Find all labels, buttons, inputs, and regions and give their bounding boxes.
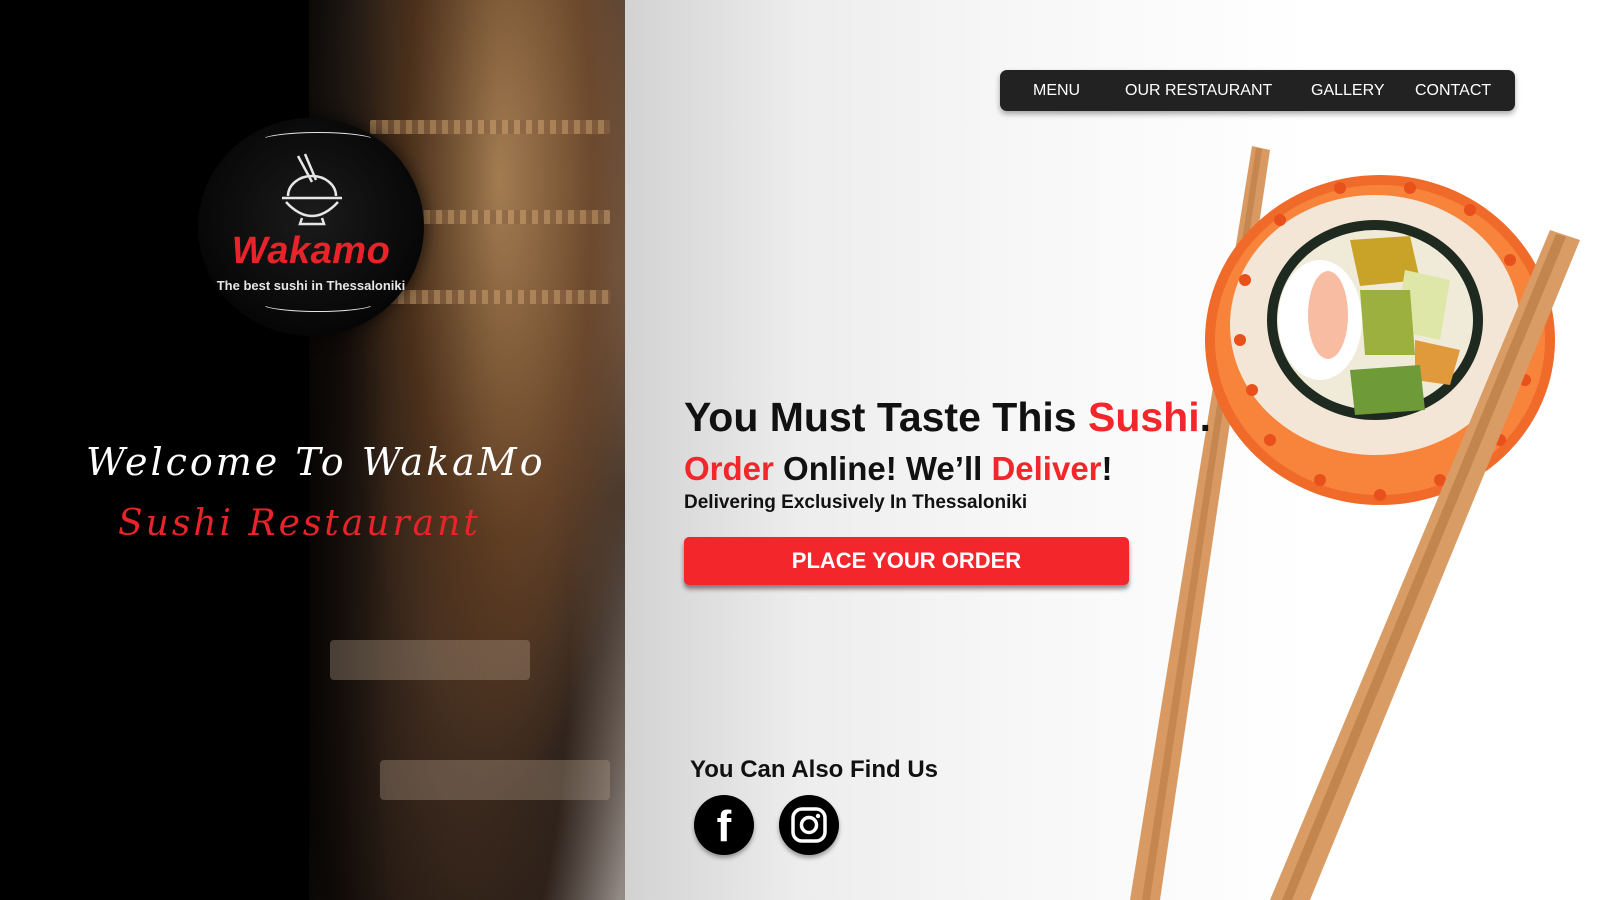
main-nav: MENU OUR RESTAURANT GALLERY CONTACT [1000,70,1515,111]
delivery-tagline: Delivering Exclusively In Thessaloniki [684,492,1028,513]
welcome-subheading: Sushi Restaurant [118,503,481,544]
headline-text: You Must Taste This [684,394,1088,440]
instagram-link[interactable] [779,795,839,855]
subhead-accent-deliver: Deliver [991,450,1102,487]
nav-item-menu[interactable]: MENU [1033,70,1080,111]
hero-headline: You Must Taste This Sushi. [684,394,1211,441]
facebook-link[interactable]: f [694,795,754,855]
headline-accent: Sushi [1087,394,1200,440]
photo-detail [330,640,530,680]
subhead-exclaim: ! [1101,450,1113,487]
left-panel: Wakamo The best sushi in Thessaloniki We… [0,0,625,900]
photo-detail [370,120,610,134]
facebook-icon: f [716,802,732,851]
subhead-accent-order: Order [684,450,774,487]
headline-period: . [1199,394,1212,440]
nav-item-gallery[interactable]: GALLERY [1311,70,1385,111]
social-heading: You Can Also Find Us [690,756,939,783]
instagram-icon [791,807,827,843]
logo-arc [260,132,376,150]
nav-item-contact[interactable]: CONTACT [1415,70,1491,111]
photo-detail [380,760,610,800]
place-order-button[interactable]: PLACE YOUR ORDER [684,537,1129,585]
welcome-heading: Welcome To WakaMo [86,440,546,484]
brand-logo[interactable]: Wakamo The best sushi in Thessaloniki [198,118,424,336]
hero-subheadline: Order Online! We’ll Deliver! [684,450,1113,488]
subhead-text: Online! We’ll [773,450,992,487]
nav-item-our-restaurant[interactable]: OUR RESTAURANT [1125,70,1272,111]
brand-name: Wakamo [231,230,391,272]
rice-bowl-icon [282,153,342,226]
logo-arc [260,294,376,312]
sushi-chopsticks-image [1130,146,1580,900]
photo-detail [400,210,610,224]
brand-tagline: The best sushi in Thessaloniki [216,278,406,293]
